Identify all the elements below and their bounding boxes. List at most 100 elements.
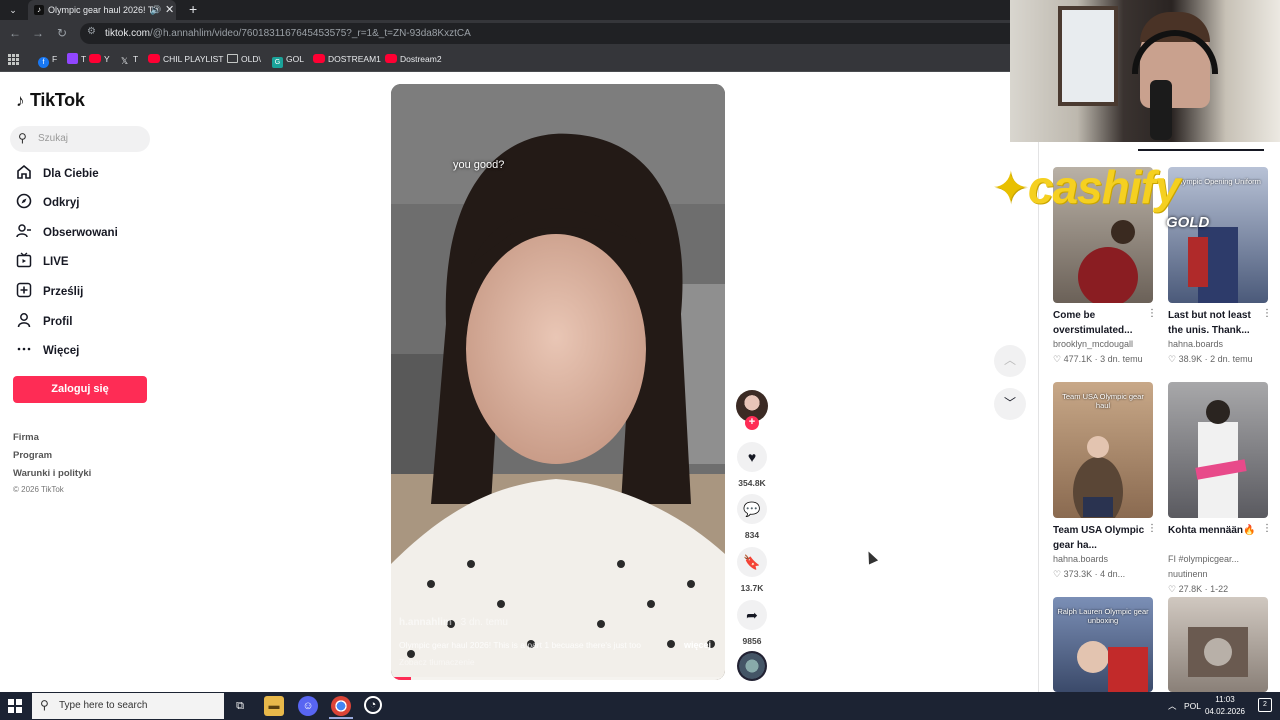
sidebar-item-label: Prześlij [43,286,84,298]
save-count: 13.7K [740,583,764,593]
bookmark-facebook[interactable]: fF [38,46,57,72]
sidebar-item-dla-ciebie[interactable]: Dla Ciebie [16,163,99,185]
footer-link-program[interactable]: Program [13,450,52,461]
obs-icon[interactable]: ◔ [364,696,382,714]
bookmark-dostream2[interactable]: Dostream2 [385,46,442,72]
username-text: h.annahlim [399,617,452,628]
file-explorer-icon[interactable]: ▬ [264,696,284,716]
bookmark-x[interactable]: 𝕏T [119,46,138,72]
windows-taskbar: ⚲ Type here to search ⧉ ▬ ☺ ◔ ︿ POL 11:0… [0,692,1280,720]
search-icon: ⚲ [18,131,27,145]
like-button[interactable]: ♥ [737,442,767,472]
chevron-down-icon[interactable]: ﹀ [994,388,1026,420]
notification-icon[interactable]: 2 [1258,698,1272,712]
video-overlay-text: you good? [453,159,505,171]
bookmark-label: Y [104,54,110,64]
back-button[interactable]: ← [6,24,24,42]
discord-icon[interactable]: ☺ [298,696,318,716]
bookmarks-bar: fF T Y 𝕏T CHIL PLAYLIST OLD\ G GOL DOSTRE… [0,46,1010,72]
chrome-icon[interactable] [331,696,351,716]
heart-icon: ♥ [747,449,757,465]
reload-button[interactable]: ↻ [53,24,71,42]
following-icon [16,224,31,238]
video-progress-bar[interactable] [391,677,725,680]
more-options-icon[interactable]: ⋮ [1262,523,1272,534]
card-title: Team USA Olympic gear ha... [1053,525,1145,551]
share-count: 9856 [742,636,762,646]
site-info-icon[interactable]: ⚙ [87,26,96,37]
footer-link-firma[interactable]: Firma [13,432,39,443]
new-tab-button[interactable]: + [189,0,197,19]
more-button[interactable]: więcej [684,640,711,650]
sidebar-item-wiecej[interactable]: Więcej [16,340,79,362]
video-username[interactable]: h.annahlim · 3 dn. temu [399,617,508,628]
comment-count: 834 [744,530,760,540]
search-input[interactable]: ⚲ Szukaj [10,126,150,152]
comment-button[interactable]: 💬 [737,494,767,524]
card-thumb-text: Ralph Lauren Olympic gear unboxing [1057,607,1149,625]
card-age: 4 dn... [1100,569,1126,579]
browser-tabbar: ⌄ ♪ Olympic gear haul 2026! Th 🔊 ✕ + [0,0,1010,20]
facebook-icon: f [38,57,49,68]
card-thumbnail: Olympic Opening Uniform [1168,167,1268,303]
more-options-icon[interactable]: ⋮ [1147,308,1157,319]
tiktok-icon: ♪ [16,91,25,110]
sidebar-item-label: Więcej [43,345,80,357]
footer-link-terms[interactable]: Warunki i polityki [13,468,91,479]
tray-chevron-icon[interactable]: ︿ [1168,692,1177,720]
card-title: Last but not least the unis. Thank... [1168,310,1251,336]
upload-icon [16,282,32,298]
sidebar-item-odkryj[interactable]: Odkryj [16,192,79,214]
bookmark-twitch[interactable]: T [67,46,86,72]
apps-icon[interactable] [8,54,19,65]
save-button[interactable]: 🔖 [737,547,767,577]
close-icon[interactable]: ✕ [165,0,174,20]
follow-plus-icon[interactable]: + [745,416,759,430]
more-options-icon[interactable]: ⋮ [1262,308,1272,319]
more-options-icon[interactable]: ⋮ [1147,523,1157,534]
address-bar[interactable]: ⚙ tiktok.com/@h.annahlim/video/760183116… [80,23,1010,44]
microphone-icon [1150,80,1172,140]
bookmark-dostream1[interactable]: DOSTREAM1 [313,46,381,72]
bookmark-folder-old[interactable]: OLD\ [227,46,261,72]
login-button[interactable]: Zaloguj się [13,376,147,403]
folder-icon [227,54,238,63]
url-path: /@h.annahlim/video/7601831167645453575?_… [150,28,471,39]
taskbar-search[interactable]: ⚲ Type here to search [32,693,224,719]
sidebar-item-przeslij[interactable]: Prześlij [16,281,83,303]
twitch-icon [67,53,78,64]
video-player[interactable]: you good? h.annahlim · 3 dn. temu Olympi… [391,84,725,680]
translate-link[interactable]: Zobacz tłumaczenie [399,657,475,667]
windows-start-icon[interactable] [8,699,22,713]
tab-search-menu[interactable]: ⌄ [5,3,21,17]
sidebar-item-obserwowani[interactable]: Obserwowani [16,222,118,244]
sidebar-item-live[interactable]: LIVE [16,251,69,273]
card-meta: ♡ 373.3K · 4 dn... [1053,569,1126,579]
tiktok-logo[interactable]: ♪ TikTok [16,90,85,111]
card-meta: ♡ 477.1K · 3 dn. temu [1053,354,1143,364]
clock[interactable]: 11:03 04.02.2026 [1203,694,1247,718]
heart-icon: ♡ [1053,569,1064,579]
forward-button[interactable]: → [29,24,47,42]
music-disc-icon[interactable] [737,651,767,681]
sidebar-item-label: Dla Ciebie [43,168,99,180]
brand-text: cashify [1027,161,1181,213]
bookmark-youtube[interactable]: Y [89,46,110,72]
like-count: 354.8K [738,478,766,488]
card-thumbnail [1168,597,1268,692]
webcam-window [1058,6,1118,106]
chevron-up-icon[interactable]: ︿ [994,345,1026,377]
card-author-2: nuutinenn [1168,569,1208,579]
share-button[interactable]: ➦ [737,600,767,630]
bookmark-gol[interactable]: G GOL [272,46,304,72]
task-view-icon[interactable]: ⧉ [230,696,250,716]
copyright: © 2026 TikTok [13,485,64,494]
progress-fill [391,677,412,680]
bookmark-chil-playlist[interactable]: CHIL PLAYLIST [148,46,223,72]
card-author: FI #olympicgear... [1168,554,1240,564]
clock-time: 11:03 [1215,695,1235,704]
sidebar-item-profil[interactable]: Profil [16,311,72,333]
speaker-icon[interactable]: 🔊 [150,0,161,20]
language-indicator[interactable]: POL [1184,692,1201,720]
url-text: tiktok.com/@h.annahlim/video/76018311676… [105,23,471,44]
